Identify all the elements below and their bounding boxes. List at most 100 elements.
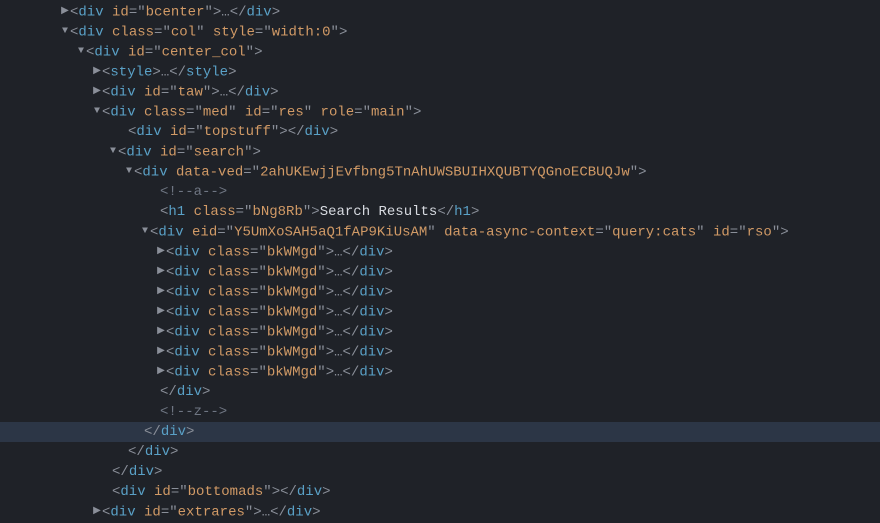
- code-line[interactable]: ▼<div data-ved="2ahUKEwjjEvfbng5TnAhUWSB…: [0, 162, 880, 182]
- code-line[interactable]: ▼<div class="med" id="res" role="main">: [0, 102, 880, 122]
- attr-value: 2ahUKEwjjEvfbng5TnAhUWSBUIHXQUBTYQGnoECB…: [260, 165, 630, 181]
- code-line[interactable]: <!--a-->: [0, 182, 880, 202]
- code-line[interactable]: ▶<div id="extrares">…</div>: [0, 502, 880, 522]
- collapse-toggle-collapsed-icon[interactable]: ▶: [156, 262, 166, 282]
- collapse-toggle-expanded-icon[interactable]: ▼: [76, 42, 86, 62]
- ellipsis: …: [221, 5, 229, 21]
- code-line[interactable]: ▶<div class="bkWMgd">…</div>: [0, 282, 880, 302]
- code-line[interactable]: </div>: [0, 462, 880, 482]
- code-line[interactable]: <!--z-->: [0, 402, 880, 422]
- tag-name: div: [174, 345, 199, 361]
- code-line[interactable]: ▶<div class="bkWMgd">…</div>: [0, 362, 880, 382]
- tag-name: div: [120, 484, 145, 500]
- code-line[interactable]: ▶<div class="bkWMgd">…</div>: [0, 242, 880, 262]
- tag-name: div: [78, 5, 103, 21]
- ellipsis: …: [262, 505, 270, 521]
- ellipsis: …: [334, 345, 342, 361]
- attr-name: id: [170, 124, 187, 140]
- code-line[interactable]: <div id="bottomads"></div>: [0, 482, 880, 502]
- attr-name: class: [112, 25, 154, 41]
- code-line[interactable]: ▶<style>…</style>: [0, 62, 880, 82]
- tag-name: div: [174, 245, 199, 261]
- tag-name: h1: [454, 204, 471, 220]
- attr-name: id: [245, 105, 262, 121]
- attr-value: topstuff: [204, 124, 271, 140]
- code-line[interactable]: ▶<div class="bkWMgd">…</div>: [0, 322, 880, 342]
- attr-value: query:cats: [612, 225, 696, 241]
- tag-name: div: [142, 165, 167, 181]
- collapse-toggle-collapsed-icon[interactable]: ▶: [92, 82, 102, 102]
- ellipsis: …: [334, 365, 342, 381]
- code-line[interactable]: ▶<div class="bkWMgd">…</div>: [0, 302, 880, 322]
- code-line[interactable]: ▼<div id="search">: [0, 142, 880, 162]
- attr-name: data-ved: [176, 165, 243, 181]
- ellipsis: …: [334, 325, 342, 341]
- tag-name: div: [94, 45, 119, 61]
- code-line[interactable]: ▶<div class="bkWMgd">…</div>: [0, 342, 880, 362]
- collapse-toggle-expanded-icon[interactable]: ▼: [124, 162, 134, 182]
- tag-name: div: [110, 505, 135, 521]
- collapse-toggle-collapsed-icon[interactable]: ▶: [92, 502, 102, 522]
- collapse-toggle-collapsed-icon[interactable]: ▶: [92, 62, 102, 82]
- code-line[interactable]: ▼<div class="col" style="width:0">: [0, 22, 880, 42]
- code-line[interactable]: </div>: [0, 442, 880, 462]
- ellipsis: …: [334, 245, 342, 261]
- comment-node: <!--a-->: [160, 184, 227, 200]
- attr-name: class: [208, 305, 250, 321]
- tag-name: h1: [168, 204, 185, 220]
- code-line[interactable]: ▼<div eid="Y5UmXoSAH5aQ1fAP9KiUsAM" data…: [0, 222, 880, 242]
- code-line[interactable]: </div>: [0, 422, 880, 442]
- collapse-toggle-collapsed-icon[interactable]: ▶: [156, 242, 166, 262]
- ellipsis: …: [334, 305, 342, 321]
- attr-name: class: [208, 345, 250, 361]
- attr-value: rso: [747, 225, 772, 241]
- code-line[interactable]: <h1 class="bNg8Rb">Search Results</h1>: [0, 202, 880, 222]
- tag-name: div: [305, 124, 330, 140]
- code-line[interactable]: ▶<div id="bcenter">…</div>: [0, 2, 880, 22]
- tag-name: div: [245, 85, 270, 101]
- attr-value: med: [203, 105, 228, 121]
- attr-value: bkWMgd: [267, 305, 317, 321]
- code-line[interactable]: <div id="topstuff"></div>: [0, 122, 880, 142]
- collapse-toggle-collapsed-icon[interactable]: ▶: [60, 2, 70, 22]
- dom-tree-panel: ▶<div id="bcenter">…</div>▼<div class="c…: [0, 2, 880, 522]
- attr-value: main: [371, 105, 405, 121]
- comment-node: <!--z-->: [160, 404, 227, 420]
- code-line[interactable]: </div>: [0, 382, 880, 402]
- attr-value: width:0: [272, 25, 331, 41]
- attr-name: class: [208, 285, 250, 301]
- tag-name: div: [174, 265, 199, 281]
- collapse-toggle-expanded-icon[interactable]: ▼: [108, 142, 118, 162]
- attr-value: bkWMgd: [267, 245, 317, 261]
- tag-name: div: [287, 505, 312, 521]
- tag-name: div: [110, 105, 135, 121]
- collapse-toggle-collapsed-icon[interactable]: ▶: [156, 282, 166, 302]
- tag-name: div: [136, 124, 161, 140]
- attr-name: class: [208, 365, 250, 381]
- collapse-toggle-expanded-icon[interactable]: ▼: [60, 22, 70, 42]
- code-line[interactable]: ▶<div id="taw">…</div>: [0, 82, 880, 102]
- collapse-toggle-collapsed-icon[interactable]: ▶: [156, 322, 166, 342]
- tag-name: style: [186, 65, 228, 81]
- code-line[interactable]: ▶<div class="bkWMgd">…</div>: [0, 262, 880, 282]
- tag-name: div: [359, 245, 384, 261]
- tag-name: div: [126, 145, 151, 161]
- code-line[interactable]: ▼<div id="center_col">: [0, 42, 880, 62]
- attr-name: id: [160, 145, 177, 161]
- attr-value: bkWMgd: [267, 365, 317, 381]
- collapse-toggle-expanded-icon[interactable]: ▼: [92, 102, 102, 122]
- tag-name: div: [247, 5, 272, 21]
- collapse-toggle-collapsed-icon[interactable]: ▶: [156, 302, 166, 322]
- collapse-toggle-collapsed-icon[interactable]: ▶: [156, 362, 166, 382]
- tag-name: div: [174, 325, 199, 341]
- attr-name: style: [213, 25, 255, 41]
- tag-name: div: [359, 265, 384, 281]
- collapse-toggle-expanded-icon[interactable]: ▼: [140, 222, 150, 242]
- tag-name: div: [359, 325, 384, 341]
- attr-name: role: [321, 105, 355, 121]
- collapse-toggle-collapsed-icon[interactable]: ▶: [156, 342, 166, 362]
- tag-name: div: [297, 484, 322, 500]
- ellipsis: …: [334, 285, 342, 301]
- attr-value: search: [194, 145, 244, 161]
- attr-value: taw: [178, 85, 203, 101]
